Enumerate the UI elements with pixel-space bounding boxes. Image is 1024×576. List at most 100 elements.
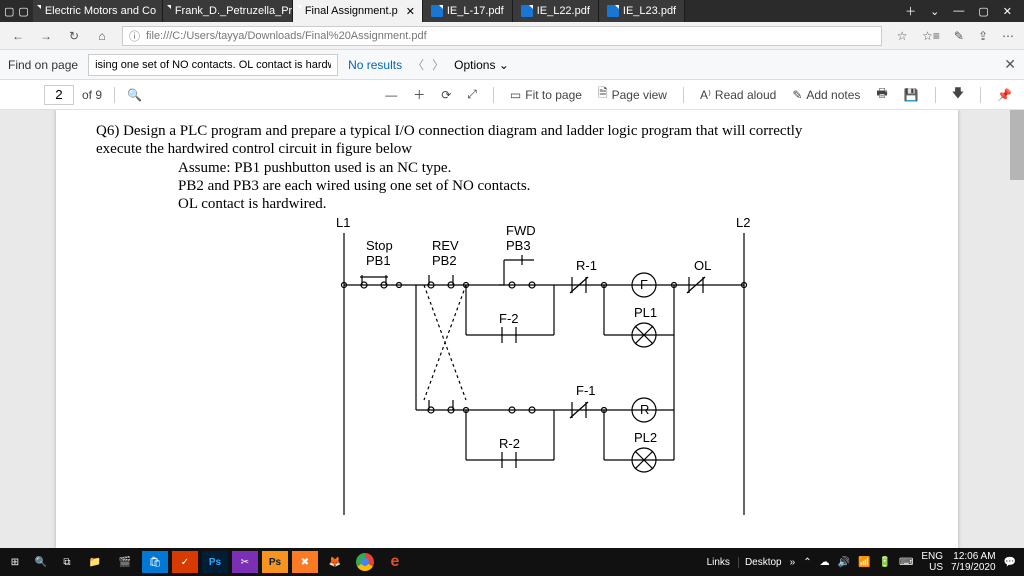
refresh-button[interactable]: ↻: [66, 29, 82, 43]
close-window-button[interactable]: ✕: [1003, 5, 1012, 18]
tray-battery-icon[interactable]: 🔋: [878, 557, 890, 568]
svg-text:R: R: [640, 402, 649, 417]
tab-label: IE_L23.pdf: [623, 5, 676, 17]
url-text: file:///C:/Users/tayya/Downloads/Final%2…: [146, 30, 427, 42]
tray-wifi-icon[interactable]: 📶: [858, 557, 870, 568]
app-firefox[interactable]: 🦊: [322, 551, 348, 573]
start-button[interactable]: ⊞: [4, 551, 26, 573]
save-button[interactable]: 💾: [900, 88, 923, 102]
browser-tab-bar: ▢ ▢ Electric Motors and Co Frank_D._Petr…: [0, 0, 1024, 22]
app-todo[interactable]: ✓: [172, 551, 198, 573]
task-view-button[interactable]: ⧉: [56, 551, 78, 573]
pdf-icon: [431, 5, 443, 17]
app-chrome[interactable]: [356, 553, 374, 571]
page-view-button[interactable]: 🗎 Page view: [594, 84, 671, 105]
find-prev-button[interactable]: 〈: [412, 56, 424, 73]
tab-label: IE_L-17.pdf: [447, 5, 504, 17]
tray-sound-icon[interactable]: 🔊: [838, 557, 850, 568]
tray-desktop[interactable]: Desktop: [738, 557, 782, 568]
svg-text:F-1: F-1: [576, 383, 596, 398]
print-button[interactable]: 🖶: [872, 84, 891, 105]
svg-text:F-2: F-2: [499, 311, 519, 326]
pdf-toolbar: of 9 🔍 — ＋ ⟳ ⤢ ▭ Fit to page 🗎 Page view…: [0, 80, 1024, 110]
home-button[interactable]: ⌂: [94, 29, 110, 43]
more-button[interactable]: ⋯: [1002, 29, 1014, 43]
url-field[interactable]: ⓘ file:///C:/Users/tayya/Downloads/Final…: [122, 26, 882, 46]
svg-text:Stop: Stop: [366, 238, 393, 253]
save-as-button[interactable]: 🡇: [948, 84, 968, 105]
rotate-button[interactable]: ⟳: [437, 88, 455, 102]
zoom-in-button[interactable]: ＋: [409, 86, 429, 103]
pdf-icon: [607, 5, 619, 17]
tabs-chevron-icon[interactable]: ⌄: [930, 5, 939, 18]
tab-frank-petruzella[interactable]: Frank_D._Petruzella_Prc: [163, 0, 293, 22]
scrollbar-thumb[interactable]: [1010, 110, 1024, 180]
read-aloud-button[interactable]: A⁾ Read aloud: [696, 88, 780, 102]
tab-label: Frank_D._Petruzella_Prc: [175, 5, 293, 17]
zoom-out-button[interactable]: —: [381, 88, 401, 102]
add-notes-button[interactable]: ✎ Add notes: [788, 88, 864, 102]
expand-button[interactable]: ⤢: [463, 87, 481, 102]
svg-text:F: F: [640, 277, 648, 292]
tab-final-assignment[interactable]: Final Assignment.p✕: [293, 0, 423, 22]
app-xampp[interactable]: ✖: [292, 551, 318, 573]
back-button[interactable]: ←: [10, 29, 26, 43]
tray-clock[interactable]: 12:06 AM7/19/2020: [951, 551, 996, 573]
tab-ie-l17[interactable]: IE_L-17.pdf: [423, 0, 513, 22]
vertical-scrollbar[interactable]: [1010, 110, 1024, 548]
share-button[interactable]: ⇪: [978, 29, 988, 43]
tray-lang[interactable]: ENGUS: [921, 551, 943, 573]
svg-text:PB3: PB3: [506, 238, 531, 253]
circuit-diagram: L1 L2 Stop PB1 REV PB2: [324, 215, 764, 530]
search-button[interactable]: 🔍: [30, 551, 52, 573]
tab-ie-l22[interactable]: IE_L22.pdf: [513, 0, 599, 22]
tray-chevron-icon[interactable]: »: [790, 557, 796, 568]
app-store[interactable]: 🛍: [142, 551, 168, 573]
new-tab-button[interactable]: ＋: [905, 3, 916, 19]
tray-links[interactable]: Links: [707, 557, 730, 568]
favorite-button[interactable]: ☆: [894, 29, 910, 43]
tab-ie-l23[interactable]: IE_L23.pdf: [599, 0, 685, 22]
find-no-results: No results: [348, 58, 402, 72]
app-photoshop[interactable]: Ps: [202, 551, 228, 573]
tray-chevron-up-icon[interactable]: ⌃: [803, 557, 811, 568]
fit-page-button[interactable]: ▭ Fit to page: [506, 88, 586, 102]
find-options[interactable]: Options ⌄: [454, 58, 509, 72]
forward-button[interactable]: →: [38, 29, 54, 43]
svg-text:R-2: R-2: [499, 436, 520, 451]
find-next-button[interactable]: 〉: [432, 56, 444, 73]
maximize-button[interactable]: ▢: [978, 5, 988, 18]
svg-text:FWD: FWD: [506, 223, 536, 238]
address-bar: ← → ↻ ⌂ ⓘ file:///C:/Users/tayya/Downloa…: [0, 22, 1024, 50]
page-number-input[interactable]: [44, 85, 74, 105]
tray-notifications-icon[interactable]: 💬: [1004, 557, 1016, 568]
pdf-page: Q6) Design a PLC program and prepare a t…: [56, 110, 958, 548]
find-label: Find on page: [8, 58, 78, 72]
tray-keyboard-icon[interactable]: ⌨: [899, 557, 913, 568]
svg-text:REV: REV: [432, 238, 459, 253]
tab-electric-motors[interactable]: Electric Motors and Co: [33, 0, 163, 22]
close-icon[interactable]: ✕: [406, 5, 415, 18]
tab-group-icon-2[interactable]: ▢: [18, 5, 28, 18]
find-input[interactable]: [88, 54, 338, 76]
svg-text:PL1: PL1: [634, 305, 657, 320]
app-movies[interactable]: 🎬: [112, 551, 138, 573]
app-file-explorer[interactable]: 📁: [82, 551, 108, 573]
page-total: of 9: [82, 88, 102, 102]
favorites-bar-button[interactable]: ☆≡: [922, 29, 940, 43]
document-viewport: Q6) Design a PLC program and prepare a t…: [0, 110, 1024, 548]
tab-group-icon[interactable]: ▢: [4, 5, 14, 18]
app-edge[interactable]: e: [382, 551, 408, 573]
svg-text:L1: L1: [336, 215, 350, 230]
app-snip[interactable]: ✂: [232, 551, 258, 573]
find-on-page-bar: Find on page No results 〈 〉 Options ⌄ ✕: [0, 50, 1024, 80]
app-photoshop-2[interactable]: Ps: [262, 551, 288, 573]
notes-button[interactable]: ✎: [954, 29, 964, 43]
close-find-button[interactable]: ✕: [1004, 56, 1016, 73]
svg-text:PB1: PB1: [366, 253, 391, 268]
tray-cloud-icon[interactable]: ☁: [820, 557, 830, 568]
minimize-button[interactable]: —: [953, 5, 964, 17]
windows-taskbar: ⊞ 🔍 ⧉ 📁 🎬 🛍 ✓ Ps ✂ Ps ✖ 🦊 e Links Deskto…: [0, 548, 1024, 576]
pin-toolbar-button[interactable]: 📌: [993, 88, 1016, 102]
find-icon[interactable]: 🔍: [127, 88, 142, 102]
